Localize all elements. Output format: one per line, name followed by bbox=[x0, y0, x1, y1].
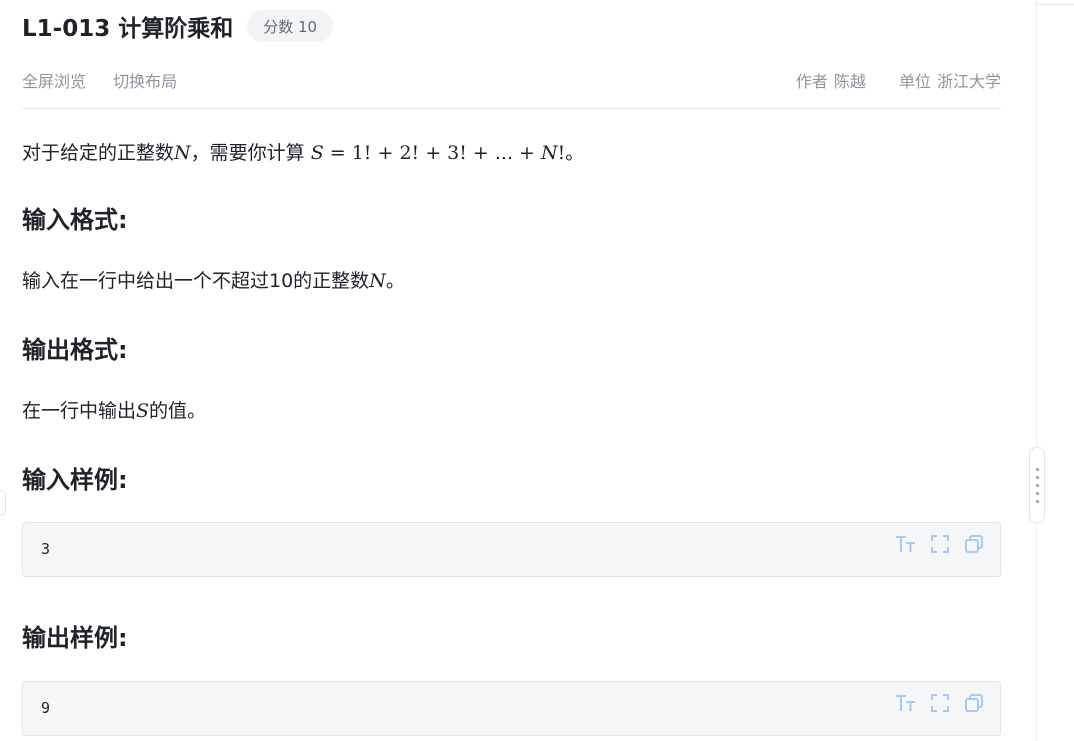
switch-layout-button[interactable]: 切换布局 bbox=[113, 72, 177, 91]
problem-description: 对于给定的正整数N，需要你计算 S = 1! + 2! + 3! + ... +… bbox=[22, 138, 584, 165]
intro-prefix: 对于给定的正整数 bbox=[22, 142, 175, 164]
expand-icon[interactable] bbox=[928, 532, 952, 556]
intro-suffix: 。 bbox=[565, 142, 585, 164]
input-format-heading: 输入格式: bbox=[22, 206, 128, 234]
code-tools bbox=[894, 532, 986, 556]
input-format-text: 输入在一行中给出一个不超过10的正整数N。 bbox=[22, 266, 405, 293]
math-S: S bbox=[136, 400, 150, 422]
author-value: 陈越 bbox=[833, 72, 866, 91]
editor-panel bbox=[1036, 0, 1074, 741]
collapse-edge-tab[interactable] bbox=[0, 490, 6, 516]
sample-input-code: 3 bbox=[41, 540, 51, 558]
output-format-prefix: 在一行中输出 bbox=[22, 400, 137, 422]
font-size-icon[interactable] bbox=[894, 532, 918, 556]
output-format-text: 在一行中输出S的值。 bbox=[22, 396, 206, 423]
sample-input-code-block[interactable]: 3 bbox=[22, 522, 1001, 577]
expand-icon[interactable] bbox=[928, 691, 952, 715]
grip-dot bbox=[1035, 475, 1039, 479]
divider bbox=[22, 108, 1001, 109]
sample-output-heading: 输出样例: bbox=[22, 624, 128, 652]
grip-dot bbox=[1035, 483, 1039, 487]
grip-dot bbox=[1035, 467, 1039, 471]
intro-middle: ，需要你计算 bbox=[190, 142, 311, 164]
page-title: L1-013 计算阶乘和 bbox=[22, 16, 234, 42]
sample-output-code: 9 bbox=[41, 699, 51, 717]
output-format-heading: 输出格式: bbox=[22, 336, 128, 364]
copy-icon[interactable] bbox=[962, 691, 986, 715]
title-row: L1-013 计算阶乘和 分数 10 bbox=[22, 8, 334, 44]
resize-handle[interactable] bbox=[1029, 447, 1045, 523]
code-tools bbox=[894, 691, 986, 715]
panel-top-edge bbox=[1036, 0, 1074, 5]
copy-icon[interactable] bbox=[962, 532, 986, 556]
output-format-suffix: 的值。 bbox=[149, 400, 207, 422]
meta-toolbar: 全屏浏览 切换布局 作者 陈越 单位 浙江大学 bbox=[22, 68, 1001, 94]
unit-label: 单位 bbox=[898, 72, 931, 91]
sample-output-code-block[interactable]: 9 bbox=[22, 681, 1001, 736]
view-actions: 全屏浏览 切换布局 bbox=[22, 68, 199, 94]
math-N: N bbox=[369, 270, 386, 292]
grip-dot bbox=[1035, 491, 1039, 495]
author-label: 作者 bbox=[795, 72, 828, 91]
font-size-icon[interactable] bbox=[894, 691, 918, 715]
input-format-prefix: 输入在一行中给出一个不超过10的正整数 bbox=[22, 270, 370, 292]
input-format-suffix: 。 bbox=[385, 270, 405, 292]
grip-dot bbox=[1035, 499, 1039, 503]
formula: S = 1! + 2! + 3! + ... + N! bbox=[310, 142, 566, 164]
unit-value: 浙江大学 bbox=[936, 72, 1001, 91]
problem-meta: 作者 陈越 单位 浙江大学 bbox=[768, 68, 1001, 94]
fullscreen-button[interactable]: 全屏浏览 bbox=[22, 72, 86, 91]
score-badge: 分数 10 bbox=[247, 10, 334, 42]
sample-input-heading: 输入样例: bbox=[22, 466, 128, 494]
math-N: N bbox=[174, 142, 191, 164]
